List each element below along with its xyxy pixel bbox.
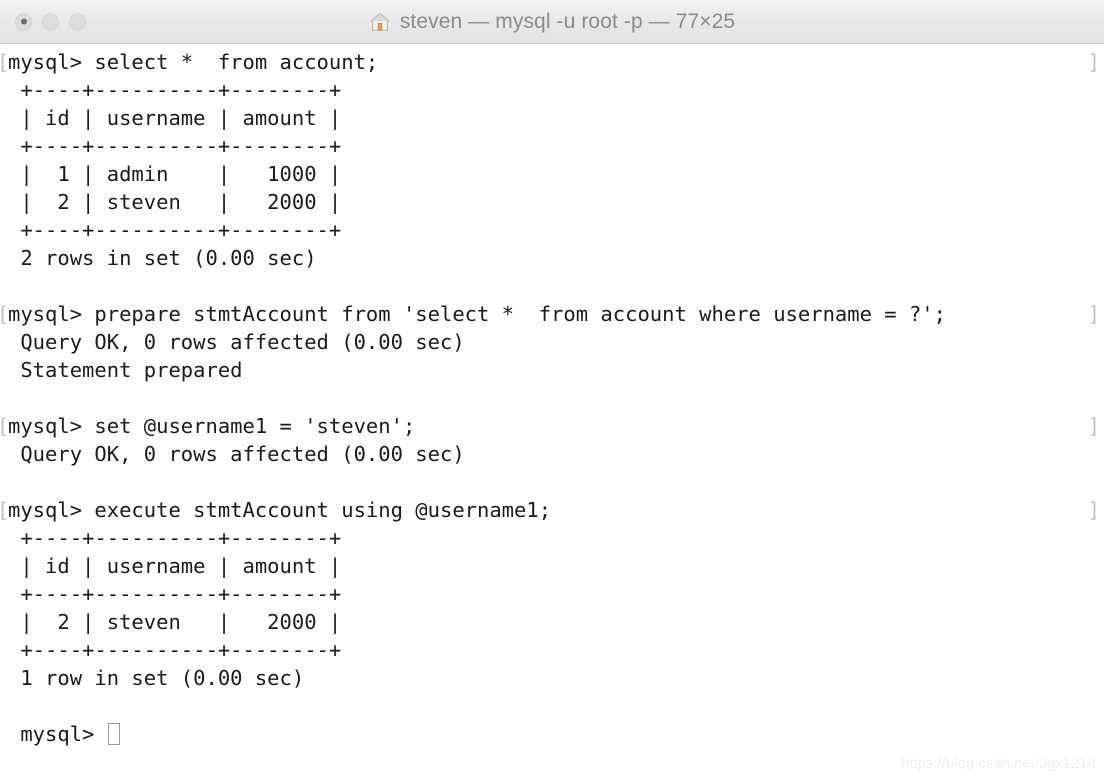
prompt-mark-left: [ [0,496,9,524]
house-icon [369,11,391,33]
terminal-line: [mysql> prepare stmtAccount from 'select… [0,300,1104,328]
terminal-line-text: mysql> set @username1 = 'steven'; [8,414,416,438]
terminal-line-text: Statement prepared [8,358,243,382]
terminal-line-text: +----+----------+--------+ [8,582,342,606]
close-button[interactable] [15,13,32,30]
terminal-line-text: mysql> execute stmtAccount using @userna… [8,498,552,522]
close-icon [20,18,27,25]
terminal-line: +----+----------+--------+ [0,524,1104,552]
prompt-mark-left: [ [0,300,9,328]
watermark: https://blog.csdn.net/Jgx1214 [900,755,1096,772]
terminal-line-text: 2 rows in set (0.00 sec) [8,246,317,270]
terminal-line: Query OK, 0 rows affected (0.00 sec) [0,440,1104,468]
terminal-line-text: | 1 | admin | 1000 | [8,162,342,186]
prompt-mark-right: ] [1087,498,1100,522]
terminal-line-text: Query OK, 0 rows affected (0.00 sec) [8,442,465,466]
minimize-button[interactable] [42,13,59,30]
terminal-line: [mysql> set @username1 = 'steven';] [0,412,1104,440]
window-title: steven — mysql -u root -p — 77×25 [399,9,736,33]
terminal-line: +----+----------+--------+ [0,76,1104,104]
terminal-line: | id | username | amount | [0,552,1104,580]
prompt-mark-right: ] [1087,50,1100,74]
terminal-line-text: | 2 | steven | 2000 | [8,190,342,214]
terminal-line-text: Query OK, 0 rows affected (0.00 sec) [8,330,465,354]
terminal-line: | 2 | steven | 2000 | [0,608,1104,636]
terminal-line: 2 rows in set (0.00 sec) [0,244,1104,272]
terminal-line-text: +----+----------+--------+ [8,78,342,102]
prompt-mark-right: ] [1087,302,1100,326]
terminal-line: [mysql> select * from account;] [0,48,1104,76]
traffic-light-group [15,13,86,30]
prompt-mark-left: [ [0,48,9,76]
terminal-line: mysql> [0,720,1104,748]
prompt-mark-right: ] [1087,414,1100,438]
terminal-line-text: +----+----------+--------+ [8,526,342,550]
terminal-line: Query OK, 0 rows affected (0.00 sec) [0,328,1104,356]
terminal-line: +----+----------+--------+ [0,580,1104,608]
terminal-line-text: | id | username | amount | [8,106,342,130]
terminal-line: | 2 | steven | 2000 | [0,188,1104,216]
terminal-content[interactable]: [mysql> select * from account;] +----+--… [0,44,1104,776]
title-bar[interactable]: steven — mysql -u root -p — 77×25 [0,0,1104,44]
terminal-line-text: mysql> [8,722,107,746]
terminal-window: steven — mysql -u root -p — 77×25 [mysql… [0,0,1104,776]
title-center-group: steven — mysql -u root -p — 77×25 [0,10,1104,34]
terminal-line: [mysql> execute stmtAccount using @usern… [0,496,1104,524]
terminal-line-text: +----+----------+--------+ [8,638,342,662]
terminal-line-text: mysql> prepare stmtAccount from 'select … [8,302,946,326]
terminal-line-text: +----+----------+--------+ [8,218,342,242]
terminal-line-text: | id | username | amount | [8,554,342,578]
terminal-line: | id | username | amount | [0,104,1104,132]
terminal-line: Statement prepared [0,356,1104,384]
terminal-line: 1 row in set (0.00 sec) [0,664,1104,692]
terminal-line: +----+----------+--------+ [0,216,1104,244]
terminal-line-text: mysql> select * from account; [8,50,379,74]
terminal-line-text: 1 row in set (0.00 sec) [8,666,305,690]
zoom-button[interactable] [69,13,86,30]
terminal-line: +----+----------+--------+ [0,636,1104,664]
terminal-line: | 1 | admin | 1000 | [0,160,1104,188]
text-cursor [107,723,120,745]
terminal-line: +----+----------+--------+ [0,132,1104,160]
terminal-line-text: | 2 | steven | 2000 | [8,610,342,634]
prompt-mark-left: [ [0,412,9,440]
terminal-line-text: +----+----------+--------+ [8,134,342,158]
